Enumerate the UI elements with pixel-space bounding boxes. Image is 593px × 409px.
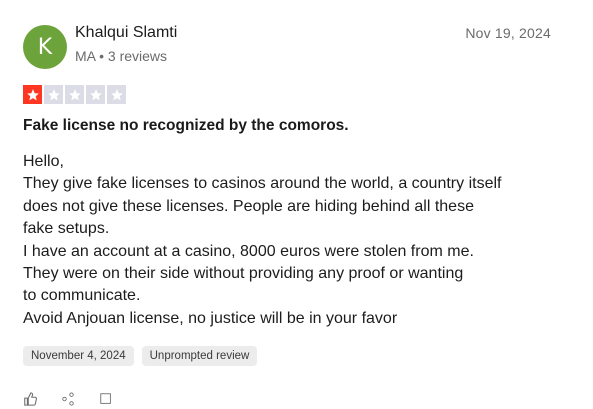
review-actions (23, 392, 113, 406)
star-empty-icon (86, 85, 105, 104)
share-icon[interactable] (61, 392, 75, 406)
review-body-line: Avoid Anjouan license, no justice will b… (23, 309, 398, 327)
review-posted-date: Nov 19, 2024 (465, 25, 551, 41)
review-title[interactable]: Fake license no recognized by the comoro… (23, 117, 349, 135)
flag-icon[interactable] (99, 392, 113, 406)
review-tags: November 4, 2024 Unprompted review (23, 346, 258, 366)
review-body-line: to communicate. (23, 287, 141, 305)
star-empty-icon (65, 85, 84, 104)
star-filled-icon (23, 85, 42, 104)
star-empty-icon (44, 85, 63, 104)
review-body-line: fake setups. (23, 220, 110, 238)
review-body-line: I have an account at a casino, 8000 euro… (23, 242, 474, 260)
unprompted-review-tag[interactable]: Unprompted review (141, 346, 258, 366)
review-body-line: Hello, (23, 153, 64, 170)
thumbs-up-icon[interactable] (23, 392, 37, 406)
star-empty-icon (107, 85, 126, 104)
review-body-line: They give fake licenses to casinos aroun… (23, 175, 502, 193)
reviewer-meta: MA • 3 reviews (75, 48, 168, 64)
avatar-letter: K (37, 34, 53, 60)
review-body-line: They were on their side without providin… (23, 265, 464, 283)
reviewer-name[interactable]: Khalqui Slamti (75, 24, 177, 42)
reviewer-avatar[interactable]: K (23, 25, 67, 69)
star-rating (23, 85, 126, 104)
review-body: Hello, They give fake licenses to casino… (23, 151, 543, 330)
review-body-line: does not give these licenses. People are… (23, 197, 474, 215)
experience-date-tag: November 4, 2024 (23, 346, 134, 366)
